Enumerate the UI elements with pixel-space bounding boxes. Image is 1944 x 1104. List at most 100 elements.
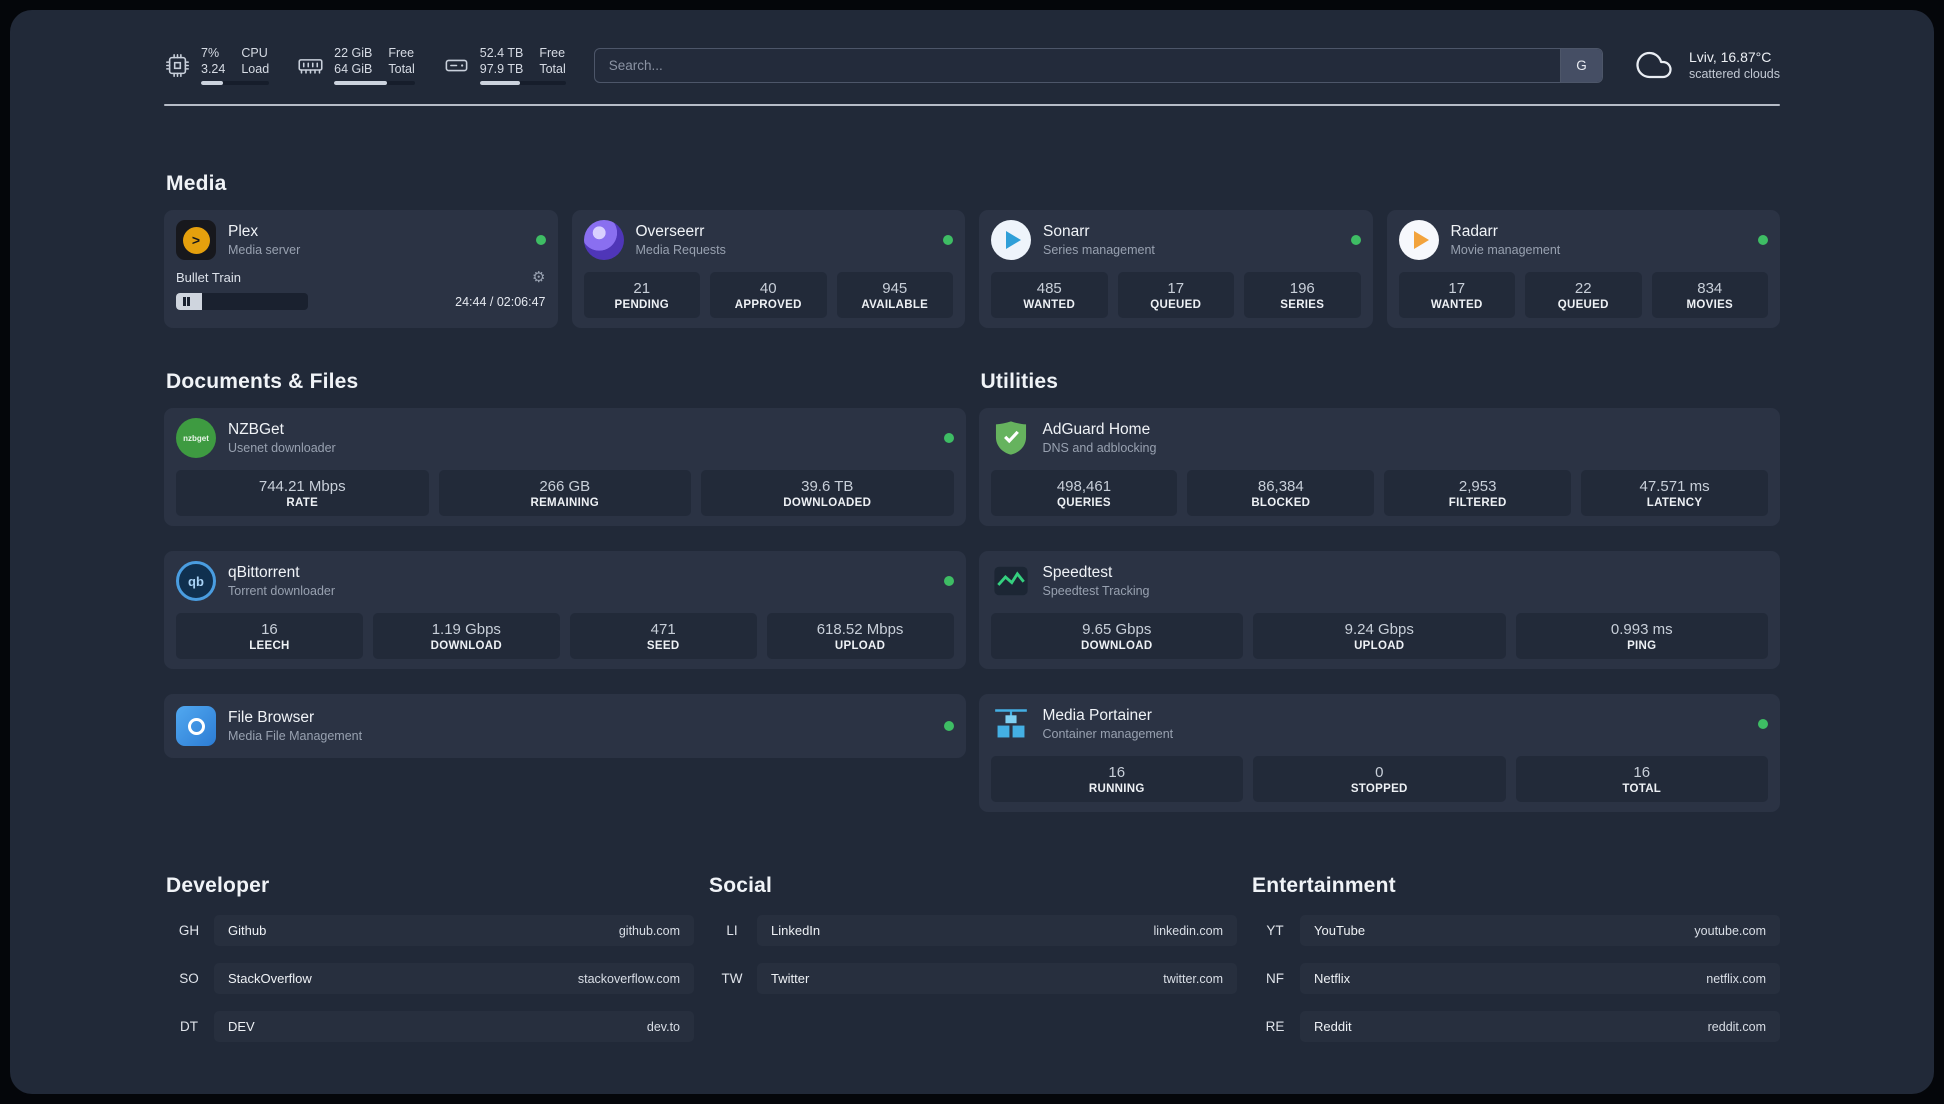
section-documents: Documents & Files nzbget NZBGet Usenet d… xyxy=(164,370,966,758)
stats-row: 17 WANTED 22 QUEUED 834 MOVIES xyxy=(1398,272,1768,318)
app-card-qbittorrent[interactable]: qb qBittorrent Torrent downloader 16 LEE… xyxy=(164,551,966,669)
section-title-developer: Developer xyxy=(166,874,270,897)
app-title: AdGuard Home xyxy=(1042,421,1151,438)
section-title-entertainment: Entertainment xyxy=(1252,874,1396,897)
bookmark-name: StackOverflow xyxy=(228,971,312,986)
stat-upload: 9.24 Gbps UPLOAD xyxy=(1253,613,1506,659)
cpu-percent: 7% xyxy=(201,45,220,60)
bookmark-abbr: TW xyxy=(721,971,743,986)
app-title: File Browser xyxy=(228,709,315,726)
radarr-icon xyxy=(1398,220,1439,260)
app-subtitle: Media File Management xyxy=(228,729,363,743)
app-subtitle: Movie management xyxy=(1450,243,1561,257)
bookmark-url: linkedin.com xyxy=(1153,923,1223,938)
app-title: NZBGet xyxy=(228,421,284,438)
app-subtitle: Series management xyxy=(1043,243,1155,257)
app-subtitle: Media server xyxy=(228,243,301,257)
app-card-nzbget[interactable]: nzbget NZBGet Usenet downloader 744.21 M… xyxy=(164,408,966,526)
system-resources: 7% 3.24 CPU Load 22 GiB 64 GiB Free Tota… xyxy=(164,45,566,86)
search-bar: G xyxy=(593,47,1603,83)
weather-location: Lviv, 16.87°C xyxy=(1688,49,1772,65)
app-card-plex[interactable]: Plex Media server Bullet Train xyxy=(164,210,558,328)
search-engine-button[interactable]: G xyxy=(1559,48,1602,82)
cpu-icon xyxy=(166,53,189,77)
dashboard-container: 7% 3.24 CPU Load 22 GiB 64 GiB Free Tota… xyxy=(10,10,1934,1094)
bookmark-url: dev.to xyxy=(646,1019,680,1034)
bookmark-youtube[interactable]: YT YouTube youtube.com xyxy=(1250,915,1780,946)
pause-icon[interactable] xyxy=(183,297,190,306)
bookmark-url: youtube.com xyxy=(1694,923,1766,938)
media-grid: Plex Media server Bullet Train xyxy=(164,210,1780,328)
stat-download: 1.19 Gbps DOWNLOAD xyxy=(372,613,560,659)
ram-total-label: Total xyxy=(388,62,415,76)
stat-upload: 618.52 Mbps UPLOAD xyxy=(766,613,954,659)
app-card-portainer[interactable]: Media Portainer Container management 16 … xyxy=(978,694,1780,812)
bookmark-abbr: LI xyxy=(726,923,738,938)
bookmark-abbr: SO xyxy=(179,971,199,986)
bookmark-group-social: Social LI LinkedIn linkedin.com TW Twitt… xyxy=(707,874,1237,1042)
disk-free-label: Free xyxy=(539,45,566,60)
stats-row: 744.21 Mbps RATE 266 GB REMAINING 39.6 T… xyxy=(176,470,954,516)
stat-queued: 22 QUEUED xyxy=(1525,272,1642,318)
disk-total-label: Total xyxy=(539,62,566,76)
ram-free-value: 22 GiB xyxy=(334,45,373,60)
app-card-speedtest[interactable]: Speedtest Speedtest Tracking 9.65 Gbps D… xyxy=(978,551,1780,669)
stats-row: 9.65 Gbps DOWNLOAD 9.24 Gbps UPLOAD 0.99… xyxy=(990,613,1768,659)
app-title: qBittorrent xyxy=(228,564,300,581)
disk-total-value: 97.9 TB xyxy=(479,62,524,76)
section-title-social: Social xyxy=(709,874,773,897)
bookmark-github[interactable]: GH Github github.com xyxy=(164,915,694,946)
status-dot xyxy=(943,721,954,731)
bookmark-name: Github xyxy=(228,923,267,938)
stat-rate: 744.21 Mbps RATE xyxy=(176,470,429,516)
stat-approved: 40 APPROVED xyxy=(710,272,827,318)
stats-row: 498,461 QUERIES 86,384 BLOCKED 2,953 FIL… xyxy=(990,470,1768,516)
status-dot xyxy=(943,235,953,245)
status-dot xyxy=(943,433,954,443)
now-playing-title: Bullet Train xyxy=(176,270,242,285)
bookmark-name: Reddit xyxy=(1314,1019,1352,1034)
app-card-radarr[interactable]: Radarr Movie management 17 WANTED 22 QUE… xyxy=(1386,210,1780,328)
stat-available: 945 AVAILABLE xyxy=(836,272,953,318)
bookmark-reddit[interactable]: RE Reddit reddit.com xyxy=(1250,1011,1780,1042)
status-dot xyxy=(1758,235,1768,245)
bookmark-url: reddit.com xyxy=(1707,1019,1766,1034)
bookmark-stackoverflow[interactable]: SO StackOverflow stackoverflow.com xyxy=(164,963,694,994)
section-title-utilities: Utilities xyxy=(980,370,1059,393)
app-card-sonarr[interactable]: Sonarr Series management 485 WANTED 17 Q… xyxy=(979,210,1373,328)
disk-usage-bar xyxy=(479,81,566,86)
stats-row: 16 LEECH 1.19 Gbps DOWNLOAD 471 SEED 618… xyxy=(176,613,954,659)
bookmark-name: Twitter xyxy=(771,971,810,986)
app-subtitle: Container management xyxy=(1042,727,1174,741)
stat-stopped: 0 STOPPED xyxy=(1253,756,1506,802)
disk-icon xyxy=(445,59,468,71)
bookmark-twitter[interactable]: TW Twitter twitter.com xyxy=(707,963,1237,994)
gear-icon[interactable] xyxy=(532,270,545,285)
stat-leech: 16 LEECH xyxy=(176,613,363,659)
bookmark-url: twitter.com xyxy=(1163,971,1223,986)
filebrowser-icon xyxy=(176,706,216,746)
bookmark-netflix[interactable]: NF Netflix netflix.com xyxy=(1250,963,1780,994)
stat-seed: 471 SEED xyxy=(569,613,757,659)
status-dot xyxy=(943,576,954,586)
app-subtitle: Media Requests xyxy=(635,243,726,257)
app-title: Radarr xyxy=(1450,223,1498,240)
bookmark-linkedin[interactable]: LI LinkedIn linkedin.com xyxy=(707,915,1237,946)
bookmark-abbr: RE xyxy=(1265,1019,1285,1034)
overseerr-icon xyxy=(583,220,624,260)
bookmark-dev[interactable]: DT DEV dev.to xyxy=(164,1011,694,1042)
cloud-icon xyxy=(1636,51,1672,79)
app-card-filebrowser[interactable]: File Browser Media File Management xyxy=(164,694,966,758)
search-input[interactable] xyxy=(594,48,1560,82)
stat-movies: 834 MOVIES xyxy=(1651,272,1768,318)
ram-free-label: Free xyxy=(388,45,415,60)
stats-row: 485 WANTED 17 QUEUED 196 SERIES xyxy=(991,272,1361,318)
section-title-documents: Documents & Files xyxy=(166,370,359,393)
app-card-adguard[interactable]: AdGuard Home DNS and adblocking 498,461 … xyxy=(978,408,1780,526)
ram-icon xyxy=(298,58,323,74)
bookmark-abbr: DT xyxy=(180,1019,198,1034)
stat-wanted: 17 WANTED xyxy=(1398,272,1515,318)
app-card-overseerr[interactable]: Overseerr Media Requests 21 PENDING 40 A… xyxy=(571,210,965,328)
seek-bar[interactable] xyxy=(176,293,308,310)
dashboard-content: 7% 3.24 CPU Load 22 GiB 64 GiB Free Tota… xyxy=(164,10,1780,1088)
